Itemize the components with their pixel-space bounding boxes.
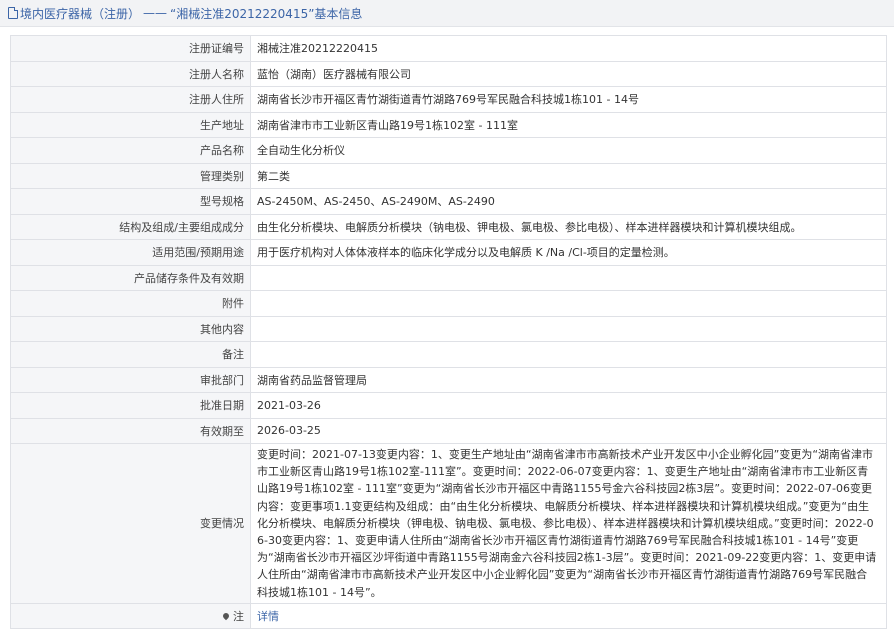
row-value	[250, 315, 887, 342]
row-valid-until: 有效期至 2026-03-25	[10, 417, 887, 444]
row-label: 附件	[10, 290, 251, 317]
row-model-spec: 型号规格 AS-2450M、AS-2450、AS-2490M、AS-2490	[10, 188, 887, 215]
row-note: 注 详情	[10, 602, 887, 629]
row-label: 产品名称	[10, 137, 251, 164]
row-change-history: 变更情况 变更时间：2021-07-13变更内容：1、变更生产地址由“湖南省津市…	[10, 443, 887, 604]
row-label: 变更情况	[10, 443, 251, 604]
row-label: 注册证编号	[10, 35, 251, 62]
page: 境内医疗器械（注册） —— “湘械注准20212220415”基本信息 注册证编…	[0, 0, 894, 629]
row-label: 结构及组成/主要组成成分	[10, 213, 251, 240]
row-label: 注	[10, 602, 251, 629]
row-label: 有效期至	[10, 417, 251, 444]
row-value: 湖南省药品监督管理局	[250, 366, 887, 393]
row-value: 蓝怡（湖南）医疗器械有限公司	[250, 60, 887, 87]
row-value: 详情	[250, 602, 887, 629]
row-value: 全自动生化分析仪	[250, 137, 887, 164]
row-approval-department: 审批部门 湖南省药品监督管理局	[10, 366, 887, 393]
row-label: 管理类别	[10, 162, 251, 189]
row-value	[250, 264, 887, 291]
row-value: 变更时间：2021-07-13变更内容：1、变更生产地址由“湖南省津市市高新技术…	[250, 443, 887, 604]
row-product-name: 产品名称 全自动生化分析仪	[10, 137, 887, 164]
row-storage-validity: 产品储存条件及有效期	[10, 264, 887, 291]
page-header: 境内医疗器械（注册） —— “湘械注准20212220415”基本信息	[0, 0, 894, 27]
row-remarks: 备注	[10, 341, 887, 368]
header-separator: ——	[143, 6, 168, 20]
row-management-class: 管理类别 第二类	[10, 162, 887, 189]
row-value: 由生化分析模块、电解质分析模块（钠电极、钾电极、氯电极、参比电极）、样本进样器模…	[250, 213, 887, 240]
row-approval-date: 批准日期 2021-03-26	[10, 392, 887, 419]
row-value: 2026-03-25	[250, 417, 887, 444]
row-value: 用于医疗机构对人体体液样本的临床化学成分以及电解质 K /Na /Cl-项目的定…	[250, 239, 887, 266]
row-label: 型号规格	[10, 188, 251, 215]
row-label: 审批部门	[10, 366, 251, 393]
row-registration-number: 注册证编号 湘械注准20212220415	[10, 35, 887, 62]
row-label: 备注	[10, 341, 251, 368]
document-icon	[8, 7, 18, 19]
row-value: 湖南省长沙市开福区青竹湖街道青竹湖路769号军民融合科技城1栋101 - 14号	[250, 86, 887, 113]
row-other-content: 其他内容	[10, 315, 887, 342]
row-label: 适用范围/预期用途	[10, 239, 251, 266]
note-label: 注	[233, 610, 244, 624]
row-value: 2021-03-26	[250, 392, 887, 419]
row-value: AS-2450M、AS-2450、AS-2490M、AS-2490	[250, 188, 887, 215]
location-pin-icon	[221, 611, 231, 621]
row-label: 注册人住所	[10, 86, 251, 113]
row-structure-composition: 结构及组成/主要组成成分 由生化分析模块、电解质分析模块（钠电极、钾电极、氯电极…	[10, 213, 887, 240]
info-table: 注册证编号 湘械注准20212220415 注册人名称 蓝怡（湖南）医疗器械有限…	[10, 35, 887, 629]
row-intended-use: 适用范围/预期用途 用于医疗机构对人体体液样本的临床化学成分以及电解质 K /N…	[10, 239, 887, 266]
header-title: “湘械注准20212220415”基本信息	[170, 6, 363, 21]
row-value	[250, 290, 887, 317]
row-value: 湘械注准20212220415	[250, 35, 887, 62]
row-value: 湖南省津市市工业新区青山路19号1栋102室 - 111室	[250, 111, 887, 138]
row-value: 第二类	[250, 162, 887, 189]
row-value	[250, 341, 887, 368]
row-registrant-address: 注册人住所 湖南省长沙市开福区青竹湖街道青竹湖路769号军民融合科技城1栋101…	[10, 86, 887, 113]
details-link[interactable]: 详情	[257, 610, 279, 623]
row-label: 生产地址	[10, 111, 251, 138]
row-label: 批准日期	[10, 392, 251, 419]
header-category[interactable]: 境内医疗器械（注册）	[20, 5, 140, 22]
row-label: 其他内容	[10, 315, 251, 342]
row-label: 注册人名称	[10, 60, 251, 87]
row-attachment: 附件	[10, 290, 887, 317]
row-registrant-name: 注册人名称 蓝怡（湖南）医疗器械有限公司	[10, 60, 887, 87]
row-label: 产品储存条件及有效期	[10, 264, 251, 291]
row-production-address: 生产地址 湖南省津市市工业新区青山路19号1栋102室 - 111室	[10, 111, 887, 138]
